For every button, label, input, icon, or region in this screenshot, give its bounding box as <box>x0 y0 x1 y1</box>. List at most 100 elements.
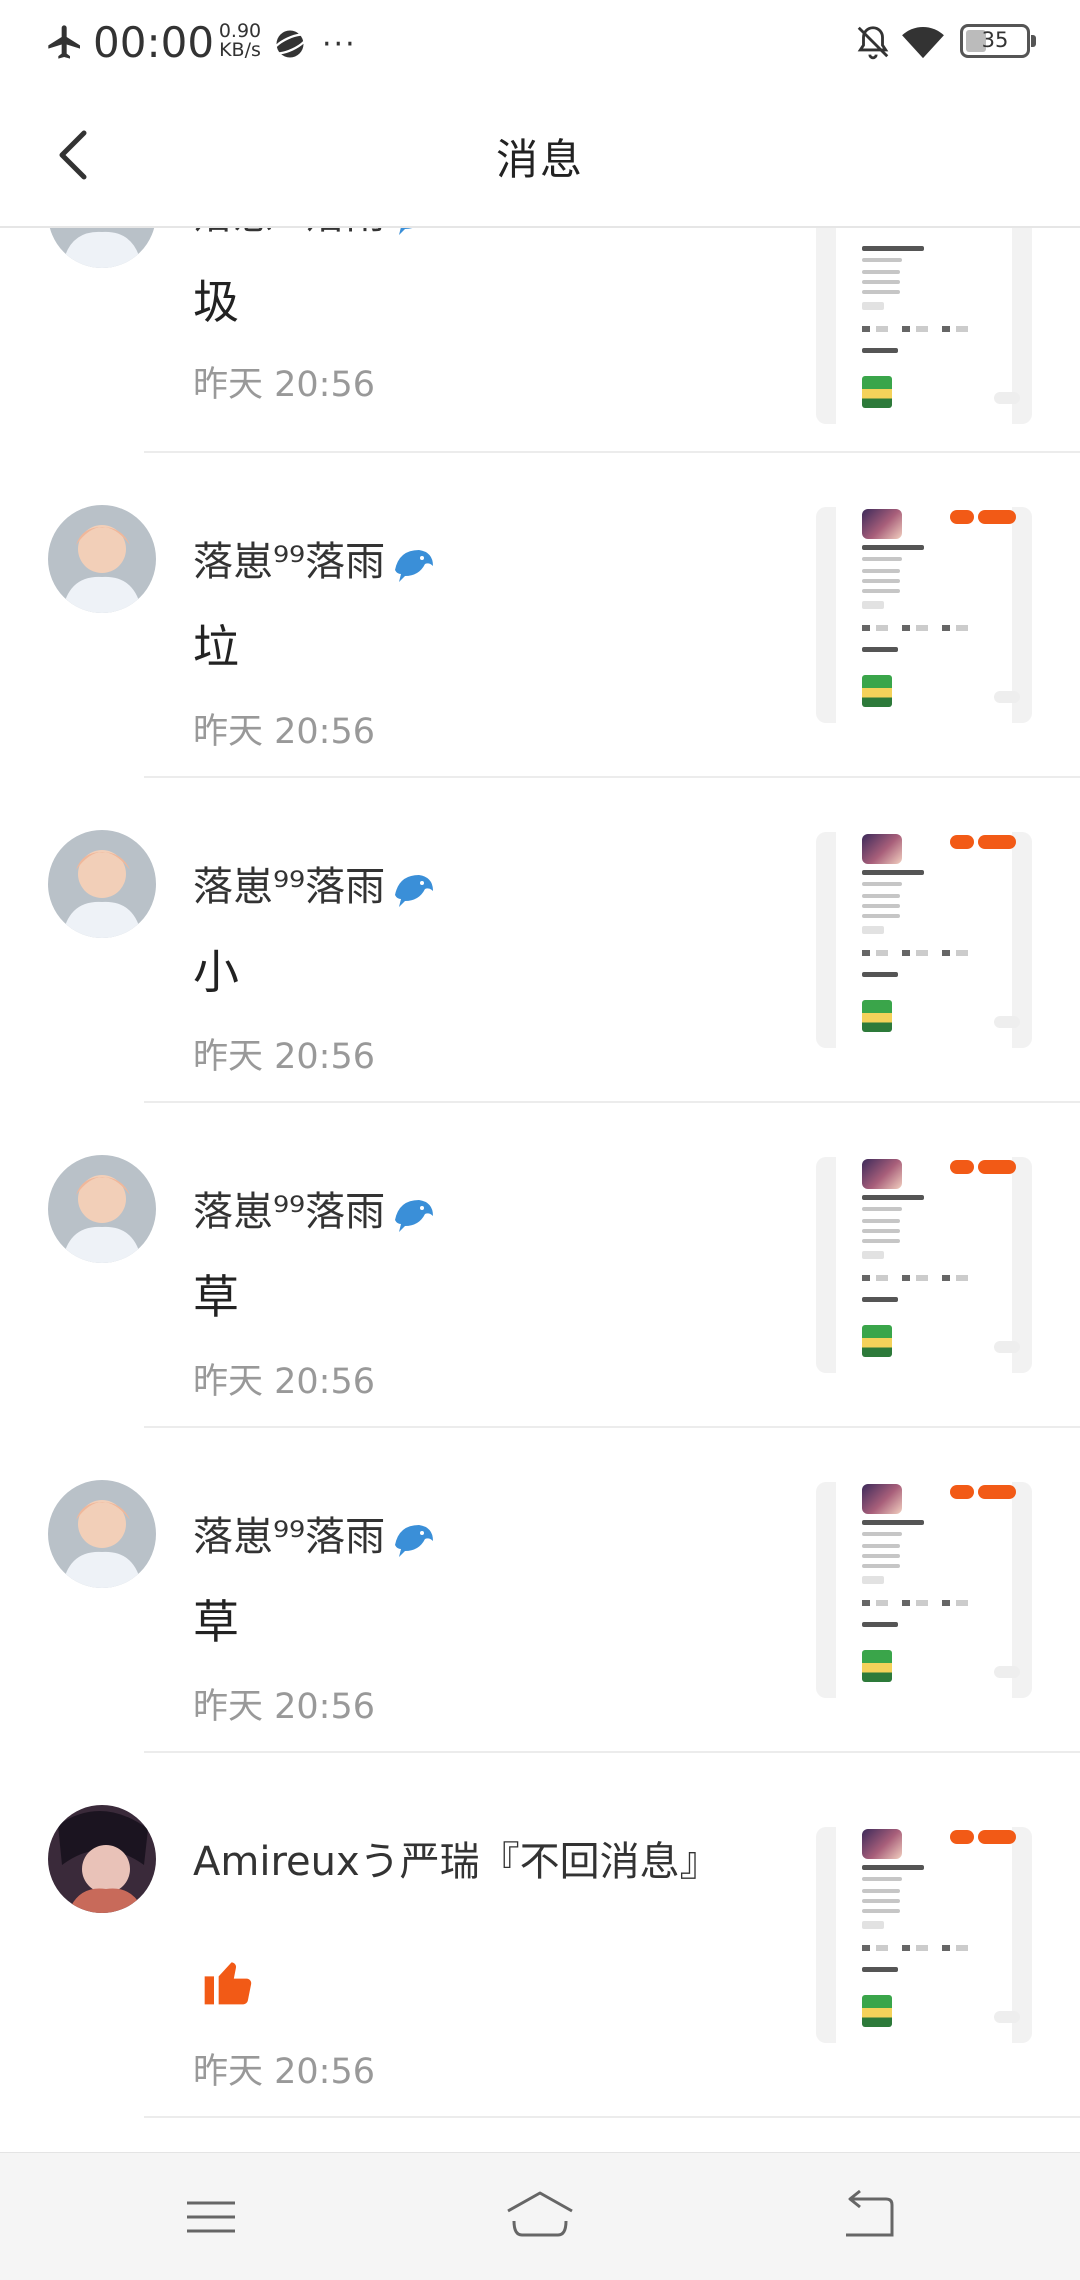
thumbnail-line <box>862 1889 900 1893</box>
message-time: 昨天 20:56 <box>193 1687 375 1727</box>
message-time: 昨天 20:56 <box>193 1362 375 1402</box>
thumbnail-avatar <box>862 1829 902 1859</box>
thumbnail-line <box>862 1544 900 1548</box>
thumbnail-follow-pill <box>950 1830 974 1844</box>
home-icon[interactable] <box>500 2185 580 2249</box>
avatar[interactable] <box>48 1480 156 1588</box>
message-item[interactable]: 落崽⁹⁹落雨 草 昨天 20:56 <box>0 1428 1080 1753</box>
thumbnail-stats <box>862 1600 982 1606</box>
thumbnail-line <box>862 1865 924 1870</box>
message-time: 昨天 20:56 <box>193 365 375 405</box>
sender-name-text: 落崽⁹⁹落雨 <box>193 864 386 910</box>
message-time: 昨天 20:56 <box>193 1037 375 1077</box>
sender-name: 落崽⁹⁹落雨 <box>193 854 437 913</box>
sender-name: 落崽⁹⁹落雨 <box>193 529 437 588</box>
thumbnail-line <box>862 914 900 918</box>
thumbnail-game-icon <box>862 1325 892 1357</box>
battery-percent: 35 <box>981 28 1009 52</box>
thumbnail-follow-pill <box>950 510 974 524</box>
thumbnail-line <box>862 1622 898 1627</box>
thumbnail-line <box>862 1195 924 1200</box>
thumbnail-card <box>836 832 1020 1048</box>
message-item[interactable]: Amireuxう严瑞『不回消息』 昨天 20:56 <box>0 1753 1080 2118</box>
dolphin-icon <box>395 875 434 907</box>
avatar[interactable] <box>48 505 156 613</box>
thumbnail-button <box>994 1016 1020 1028</box>
screenshot-thumbnail[interactable] <box>816 228 1032 424</box>
thumbs-up-icon <box>204 1962 252 2005</box>
status-time: 00:00 <box>93 18 215 67</box>
thumbnail-add-friend-pill <box>978 510 1016 524</box>
screenshot-thumbnail[interactable] <box>816 1157 1032 1373</box>
message-content: 圾 <box>193 275 239 329</box>
message-content: 小 <box>193 945 239 999</box>
thumbnail-line <box>862 904 900 908</box>
network-speed: 0.90 KB/s <box>214 22 266 60</box>
thumbnail-line <box>862 246 924 251</box>
thumbnail-avatar <box>862 509 902 539</box>
screenshot-thumbnail[interactable] <box>816 1827 1032 2043</box>
thumbnail-line <box>862 1229 900 1233</box>
dolphin-icon <box>395 1525 434 1557</box>
menu-icon[interactable] <box>171 2185 251 2249</box>
thumbnail-line <box>862 1554 900 1558</box>
thumbnail-card <box>836 507 1020 723</box>
thumbnail-avatar <box>862 1159 902 1189</box>
planet-icon <box>272 30 308 58</box>
dolphin-icon <box>395 550 434 582</box>
thumbnail-add-friend-pill <box>978 1160 1016 1174</box>
thumbnail-add-friend-pill <box>978 1485 1016 1499</box>
thumbnail-stats <box>862 950 982 956</box>
message-item[interactable]: 落崽⁹⁹落雨 草 昨天 20:56 <box>0 1103 1080 1428</box>
status-bar: 00:00 0.90 KB/s ··· 35 <box>0 0 1080 82</box>
sender-name-text: 落崽⁹⁹落雨 <box>193 1514 386 1560</box>
thumbnail-line <box>862 1909 900 1913</box>
message-content: 草 <box>193 1270 239 1324</box>
sender-name-text: 落崽⁹⁹落雨 <box>193 539 386 585</box>
system-nav-bar <box>0 2152 1080 2280</box>
avatar[interactable] <box>48 228 156 268</box>
sender-name: 落崽⁹⁹落雨 <box>193 1179 437 1238</box>
screenshot-thumbnail[interactable] <box>816 1482 1032 1698</box>
thumbnail-line <box>862 258 902 262</box>
message-item[interactable] <box>0 2118 1080 2152</box>
thumbnail-avatar <box>862 834 902 864</box>
thumbnail-line <box>862 882 902 886</box>
thumbnail-chip <box>862 926 884 934</box>
thumbnail-line <box>862 589 900 593</box>
network-speed-unit: KB/s <box>219 39 261 61</box>
avatar[interactable] <box>48 1805 156 1913</box>
thumbnail-card <box>836 228 1020 424</box>
message-item[interactable]: 落崽⁹⁹落雨 小 昨天 20:56 <box>0 778 1080 1103</box>
message-item[interactable]: 落崽⁹⁹落雨 圾 昨天 20:56 <box>0 228 1080 453</box>
wifi-icon <box>902 26 944 59</box>
avatar[interactable] <box>48 1155 156 1263</box>
sender-name: 落崽⁹⁹落雨 <box>193 228 437 241</box>
page-title: 消息 <box>495 135 584 184</box>
thumbnail-line <box>862 1297 898 1302</box>
thumbnail-game-icon <box>862 1650 892 1682</box>
thumbnail-line <box>862 348 898 353</box>
thumbnail-card <box>836 1157 1020 1373</box>
header: 消息 <box>0 82 1080 228</box>
avatar[interactable] <box>48 830 156 938</box>
thumbnail-add-friend-pill <box>978 1830 1016 1844</box>
screenshot-thumbnail[interactable] <box>816 832 1032 1048</box>
message-content: 垃 <box>193 620 239 674</box>
thumbnail-line <box>862 545 924 550</box>
message-list[interactable]: 落崽⁹⁹落雨 圾 昨天 20:56 落崽⁹⁹落雨 <box>0 228 1080 2152</box>
thumbnail-stats <box>862 1945 982 1951</box>
thumbnail-chip <box>862 1251 884 1259</box>
back-arrow-icon[interactable] <box>830 2185 910 2249</box>
dolphin-icon <box>399 228 413 235</box>
thumbnail-chip <box>862 1921 884 1929</box>
thumbnail-line <box>862 894 900 898</box>
message-item[interactable]: 落崽⁹⁹落雨 垃 昨天 20:56 <box>0 453 1080 778</box>
sender-name-text: Amireuxう严瑞『不回消息』 <box>193 1839 720 1885</box>
thumbnail-line <box>862 1532 902 1536</box>
sender-name-text: 落崽⁹⁹落雨 <box>193 1189 386 1235</box>
thumbnail-button <box>994 1341 1020 1353</box>
screenshot-thumbnail[interactable] <box>816 507 1032 723</box>
thumbnail-line <box>862 1877 902 1881</box>
message-time: 昨天 20:56 <box>193 712 375 752</box>
